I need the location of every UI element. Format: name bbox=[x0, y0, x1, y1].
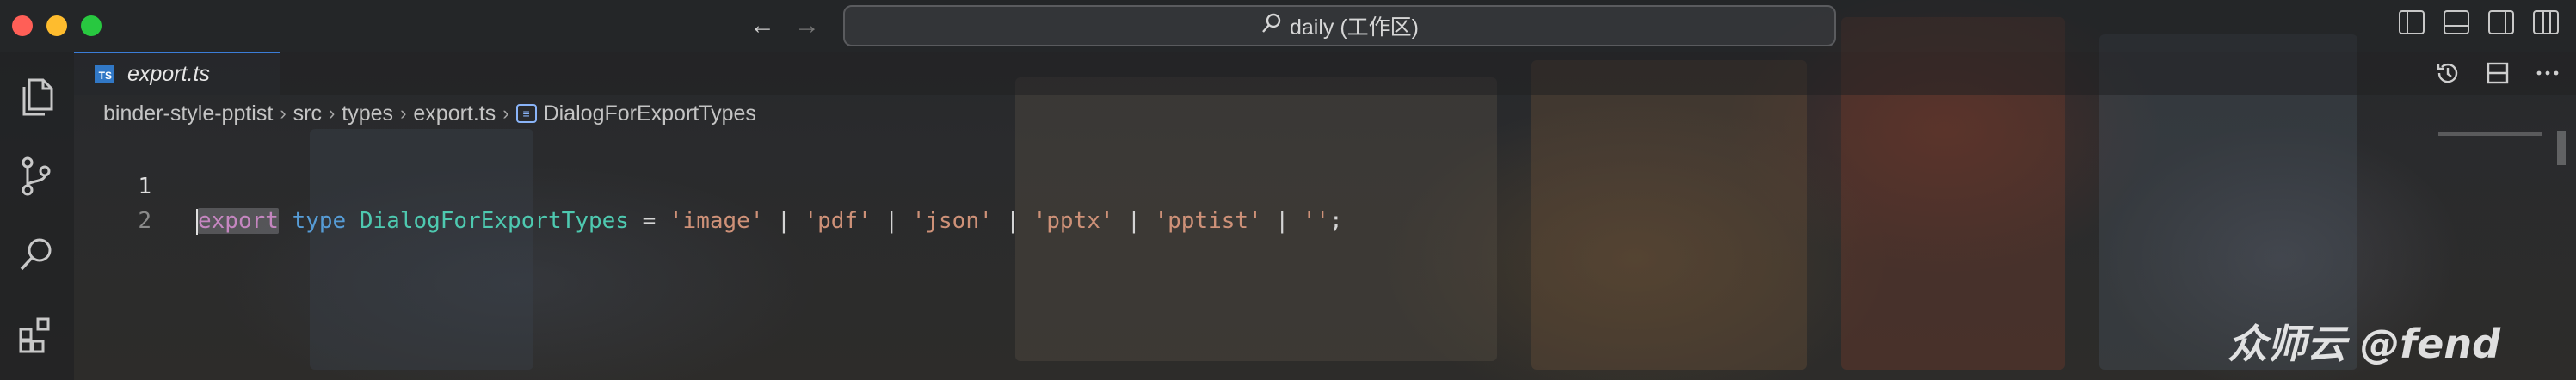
customize-layout-icon[interactable] bbox=[2533, 10, 2559, 34]
string-literal: 'pdf' bbox=[804, 208, 872, 234]
code-content[interactable]: export type DialogForExportTypes = 'imag… bbox=[196, 204, 1343, 238]
maximize-window-button[interactable] bbox=[81, 15, 102, 36]
editor-tab-bar: TS export.ts bbox=[74, 52, 2576, 95]
activity-bar bbox=[0, 52, 74, 380]
go-back-icon[interactable]: ← bbox=[747, 10, 778, 41]
string-literal: 'image' bbox=[669, 208, 764, 234]
string-literal: 'json' bbox=[911, 208, 993, 234]
minimap-preview[interactable] bbox=[2438, 132, 2542, 136]
split-editor-icon[interactable] bbox=[2485, 60, 2511, 86]
command-center-search[interactable]: daily (工作区) bbox=[843, 5, 1836, 46]
title-bar: ← → daily (工作区) bbox=[0, 0, 2576, 52]
go-forward-icon[interactable]: → bbox=[792, 10, 823, 41]
chevron-right-icon: › bbox=[328, 102, 336, 124]
operator-pipe: | bbox=[763, 208, 804, 234]
more-actions-icon[interactable] bbox=[2535, 60, 2561, 86]
code-line[interactable]: 1 export type DialogForExportTypes = 'im… bbox=[74, 135, 2576, 235]
string-literal: 'pptx' bbox=[1032, 208, 1114, 234]
vertical-scrollbar[interactable] bbox=[2557, 131, 2566, 165]
line-number: 2 bbox=[138, 208, 151, 234]
operator-pipe: | bbox=[1113, 208, 1155, 234]
code-editor[interactable]: 1 export type DialogForExportTypes = 'im… bbox=[74, 131, 2576, 380]
breadcrumb-item[interactable]: src bbox=[293, 101, 322, 126]
search-icon bbox=[1260, 12, 1283, 40]
timeline-icon[interactable] bbox=[2435, 60, 2461, 86]
keyword-type: type bbox=[292, 208, 347, 234]
operator-equals: = bbox=[628, 208, 669, 234]
chevron-right-icon: › bbox=[502, 102, 509, 124]
minimize-window-button[interactable] bbox=[46, 15, 67, 36]
breadcrumb-symbol[interactable]: DialogForExportTypes bbox=[544, 101, 756, 126]
tab-label: export.ts bbox=[127, 61, 210, 86]
semicolon: ; bbox=[1329, 208, 1343, 234]
chevron-right-icon: › bbox=[400, 102, 407, 124]
breadcrumb: binder-style-pptist › src › types › expo… bbox=[103, 96, 756, 131]
operator-pipe: | bbox=[871, 208, 912, 234]
type-name: DialogForExportTypes bbox=[359, 208, 629, 234]
extensions-icon[interactable] bbox=[12, 310, 60, 359]
editor-actions bbox=[2435, 60, 2561, 86]
breadcrumb-item[interactable]: export.ts bbox=[413, 101, 496, 126]
toggle-panel-icon[interactable] bbox=[2444, 10, 2469, 34]
vscode-window: ← → daily (工作区) TS export.ts binder-styl… bbox=[0, 0, 2576, 380]
code-line[interactable]: 2 bbox=[74, 169, 2576, 234]
typescript-file-icon: TS bbox=[95, 65, 114, 83]
layout-controls bbox=[2399, 10, 2559, 34]
symbol-type-icon: ≡ bbox=[515, 104, 537, 123]
tab-export-ts[interactable]: TS export.ts bbox=[74, 52, 280, 95]
source-control-icon[interactable] bbox=[12, 152, 60, 200]
operator-pipe: | bbox=[1261, 208, 1303, 234]
search-icon[interactable] bbox=[12, 231, 60, 279]
string-literal: '' bbox=[1302, 208, 1329, 234]
breadcrumb-item[interactable]: binder-style-pptist bbox=[103, 101, 273, 126]
breadcrumb-item[interactable]: types bbox=[342, 101, 393, 126]
operator-pipe: | bbox=[992, 208, 1033, 234]
keyword-export: export bbox=[198, 208, 279, 234]
command-center-label: daily (工作区) bbox=[1289, 15, 1419, 40]
close-window-button[interactable] bbox=[12, 15, 33, 36]
explorer-icon[interactable] bbox=[12, 73, 60, 121]
toggle-secondary-sidebar-icon[interactable] bbox=[2488, 10, 2514, 34]
watermark-logo: 众师云 @fend bbox=[2228, 321, 2500, 367]
string-literal: 'pptist' bbox=[1154, 208, 1262, 234]
chevron-right-icon: › bbox=[280, 102, 287, 124]
toggle-primary-sidebar-icon[interactable] bbox=[2399, 10, 2425, 34]
